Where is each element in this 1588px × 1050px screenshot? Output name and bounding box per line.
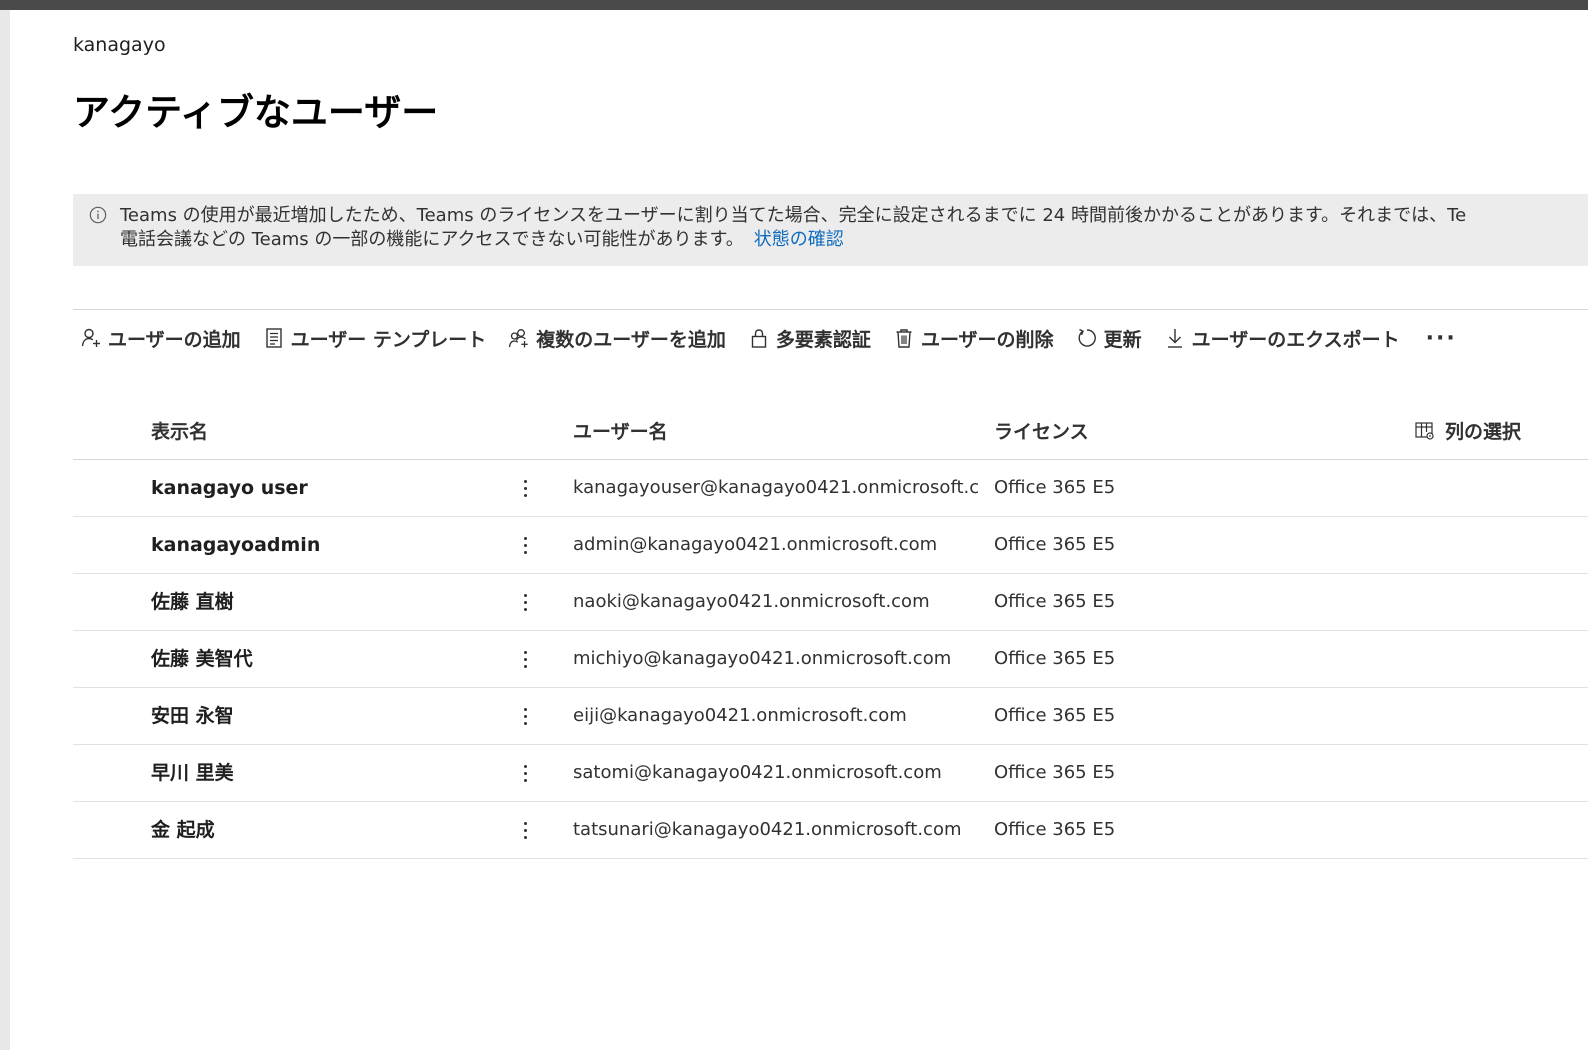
table-row[interactable]: 安田 永智 eiji@kanagayo0421.onmicrosoft.com …	[73, 688, 1588, 745]
user-name-cell: tatsunari@kanagayo0421.onmicrosoft.com	[573, 819, 962, 840]
license-cell: Office 365 E5	[994, 705, 1116, 726]
row-more-actions-icon[interactable]	[513, 631, 537, 687]
user-name-cell: kanagayouser@kanagayo0421.onmicrosoft.co…	[573, 477, 978, 498]
table-row[interactable]: 佐藤 美智代 michiyo@kanagayo0421.onmicrosoft.…	[73, 631, 1588, 688]
display-name-cell[interactable]: kanagayo user	[151, 460, 491, 516]
display-name-cell[interactable]: 金 起成	[151, 802, 491, 858]
delete-user-label: ユーザーの削除	[920, 328, 1054, 351]
display-name-cell[interactable]: 佐藤 直樹	[151, 574, 491, 630]
banner-line-2: 電話会議などの Teams の一部の機能にアクセスできない可能性があります。 状態…	[120, 228, 1588, 252]
add-people-icon	[509, 329, 528, 348]
add-multiple-users-label: 複数のユーザーを追加	[536, 328, 726, 351]
export-users-label: ユーザーのエクスポート	[1191, 328, 1400, 351]
banner-line-1: Teams の使用が最近増加したため、Teams のライセンスをユーザーに割り当…	[120, 205, 1467, 226]
add-person-icon	[81, 328, 100, 347]
org-name: kanagayo	[73, 34, 166, 56]
license-cell: Office 365 E5	[994, 477, 1116, 498]
delete-user-button[interactable]: ユーザーの削除	[893, 320, 1054, 356]
users-table-body: kanagayo user kanagayouser@kanagayo0421.…	[73, 460, 1588, 859]
table-row[interactable]: kanagayo user kanagayouser@kanagayo0421.…	[73, 460, 1588, 517]
page-title: アクティブなユーザー	[73, 91, 439, 134]
mfa-button[interactable]: 多要素認証	[748, 320, 871, 356]
add-user-button[interactable]: ユーザーの追加	[80, 320, 241, 356]
user-template-label: ユーザー テンプレート	[290, 328, 487, 351]
left-rail	[0, 10, 10, 1050]
column-header-display-name[interactable]: 表示名	[151, 417, 208, 444]
refresh-label: 更新	[1103, 328, 1142, 351]
add-user-label: ユーザーの追加	[108, 328, 241, 351]
user-template-button[interactable]: ユーザー テンプレート	[263, 320, 487, 356]
license-cell: Office 365 E5	[994, 534, 1116, 555]
column-settings-icon	[1415, 421, 1434, 440]
command-bar: ユーザーの追加 ユーザー テンプレート 複数のユーザーを追加 多要素認証 ユーザ…	[80, 320, 1457, 356]
table-header: 表示名 ユーザー名 ライセンス 列の選択	[73, 405, 1588, 460]
display-name-cell[interactable]: 安田 永智	[151, 688, 491, 744]
row-more-actions-icon[interactable]	[513, 517, 537, 573]
user-name-cell: michiyo@kanagayo0421.onmicrosoft.com	[573, 648, 952, 669]
license-cell: Office 365 E5	[994, 762, 1116, 783]
add-multiple-users-button[interactable]: 複数のユーザーを追加	[508, 320, 726, 356]
check-status-link[interactable]: 状態の確認	[754, 229, 844, 250]
table-row[interactable]: kanagayoadmin admin@kanagayo0421.onmicro…	[73, 517, 1588, 574]
user-name-cell: satomi@kanagayo0421.onmicrosoft.com	[573, 762, 942, 783]
banner-line-2-text: 電話会議などの Teams の一部の機能にアクセスできない可能性があります。	[120, 229, 744, 250]
display-name-cell[interactable]: kanagayoadmin	[151, 517, 491, 573]
top-bar	[0, 0, 1588, 10]
row-more-actions-icon[interactable]	[513, 460, 537, 516]
display-name-cell[interactable]: 早川 里美	[151, 745, 491, 801]
user-name-cell: eiji@kanagayo0421.onmicrosoft.com	[573, 705, 907, 726]
table-row[interactable]: 佐藤 直樹 naoki@kanagayo0421.onmicrosoft.com…	[73, 574, 1588, 631]
info-icon	[89, 206, 107, 224]
refresh-icon	[1078, 328, 1096, 347]
license-cell: Office 365 E5	[994, 819, 1116, 840]
trash-icon	[896, 329, 912, 348]
info-banner: Teams の使用が最近増加したため、Teams のライセンスをユーザーに割り当…	[73, 194, 1588, 266]
export-users-button[interactable]: ユーザーのエクスポート	[1164, 320, 1400, 356]
user-name-cell: admin@kanagayo0421.onmicrosoft.com	[573, 534, 938, 555]
lock-icon	[751, 329, 767, 348]
license-cell: Office 365 E5	[994, 648, 1116, 669]
choose-columns-label: 列の選択	[1445, 421, 1522, 443]
row-more-actions-icon[interactable]	[513, 688, 537, 744]
license-cell: Office 365 E5	[994, 591, 1116, 612]
row-more-actions-icon[interactable]	[513, 745, 537, 801]
more-options-icon[interactable]: ···	[1426, 326, 1457, 351]
banner-message: Teams の使用が最近増加したため、Teams のライセンスをユーザーに割り当…	[120, 204, 1588, 252]
refresh-button[interactable]: 更新	[1076, 320, 1142, 356]
download-icon	[1167, 329, 1182, 348]
display-name-cell[interactable]: 佐藤 美智代	[151, 631, 491, 687]
toolbar-divider	[73, 309, 1588, 310]
choose-columns-button[interactable]: 列の選択	[1414, 417, 1521, 444]
row-more-actions-icon[interactable]	[513, 802, 537, 858]
column-header-user-name[interactable]: ユーザー名	[573, 417, 668, 444]
user-name-cell: naoki@kanagayo0421.onmicrosoft.com	[573, 591, 930, 612]
mfa-label: 多要素認証	[775, 328, 871, 351]
template-icon	[265, 328, 282, 348]
row-more-actions-icon[interactable]	[513, 574, 537, 630]
table-row[interactable]: 早川 里美 satomi@kanagayo0421.onmicrosoft.co…	[73, 745, 1588, 802]
column-header-license[interactable]: ライセンス	[994, 417, 1089, 444]
table-row[interactable]: 金 起成 tatsunari@kanagayo0421.onmicrosoft.…	[73, 802, 1588, 859]
